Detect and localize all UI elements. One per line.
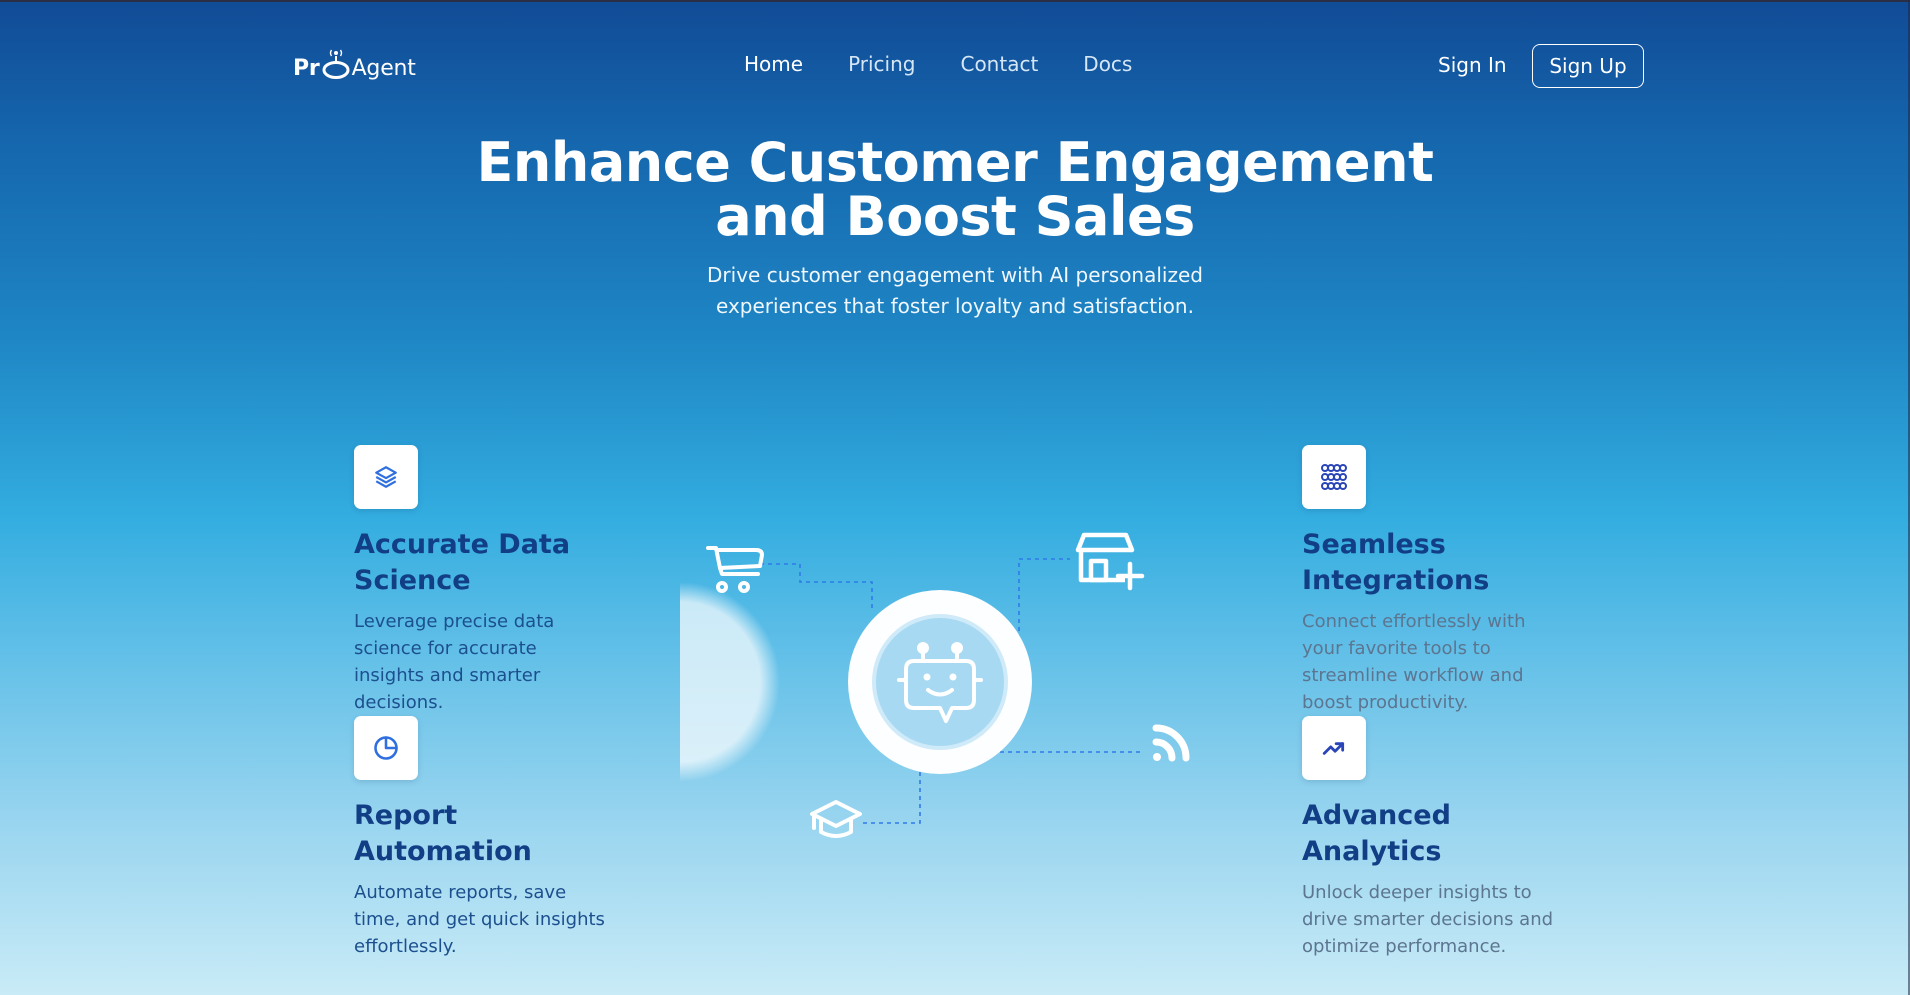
trending-up-icon: [1322, 742, 1345, 755]
feature-title-report: Report Automation: [354, 800, 532, 867]
logo[interactable]: Pr Agent: [293, 49, 416, 86]
feature-title-analytics: Advanced Analytics: [1302, 800, 1451, 867]
feature-desc-analytics: Unlock deeper insights to drive smarter …: [1302, 882, 1554, 957]
nav-home[interactable]: Home: [744, 52, 803, 76]
sign-in-link[interactable]: Sign In: [1438, 53, 1507, 77]
feature-icon-box-analytics: [1302, 716, 1366, 780]
sign-up-button[interactable]: Sign Up: [1532, 44, 1644, 88]
feature-icon-box-report: [354, 716, 418, 780]
cart-icon: [706, 546, 764, 593]
nav-docs[interactable]: Docs: [1083, 52, 1132, 76]
hub-diagram: [680, 532, 1190, 838]
feature-desc-report: Automate reports, save time, and get qui…: [354, 882, 605, 957]
pie-chart-icon: [374, 736, 398, 760]
hero-title: Enhance Customer Engagement and Boost Sa…: [0, 136, 1910, 244]
layers-icon: [375, 466, 397, 488]
top-border: [0, 0, 1910, 2]
feature-desc-data-science: Leverage precise data science for accura…: [354, 611, 555, 713]
nav-pricing[interactable]: Pricing: [848, 52, 915, 76]
main-nav: Home Pricing Contact Docs: [744, 52, 1132, 76]
graduation-cap-icon: [810, 800, 862, 838]
feature-title-integrations: Seamless Integrations: [1302, 529, 1490, 596]
grid-icon: [1321, 464, 1347, 490]
logo-prefix: Pr: [293, 55, 320, 81]
hero-title-line-2: and Boost Sales: [715, 185, 1195, 248]
hero-title-line-1: Enhance Customer Engagement: [476, 131, 1434, 194]
antenna-o-icon: [322, 49, 350, 79]
nav-contact[interactable]: Contact: [960, 52, 1038, 76]
feature-icon-box-integrations: [1302, 445, 1366, 509]
rss-icon: [1152, 724, 1190, 762]
feature-title-data-science: Accurate Data Science: [354, 529, 571, 596]
store-add-icon: [1075, 532, 1145, 591]
feature-icon-box-data-science: [354, 445, 418, 509]
hero-subtitle: Drive customer engagement with AI person…: [707, 263, 1203, 318]
feature-desc-integrations: Connect effortlessly with your favorite …: [1302, 611, 1526, 713]
logo-suffix: Agent: [351, 55, 416, 81]
